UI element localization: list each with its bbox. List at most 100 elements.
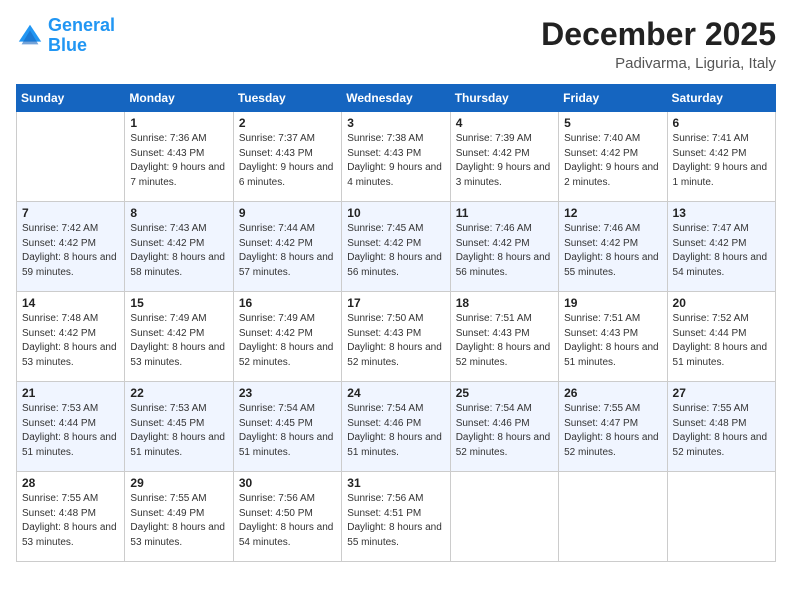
day-info: Sunrise: 7:54 AMSunset: 4:46 PMDaylight:… — [456, 402, 553, 460]
calendar-cell: 31Sunrise: 7:56 AMSunset: 4:51 PMDayligh… — [342, 472, 450, 562]
day-info: Sunrise: 7:36 AMSunset: 4:43 PMDaylight:… — [130, 132, 227, 190]
day-info: Sunrise: 7:46 AMSunset: 4:42 PMDaylight:… — [564, 222, 661, 280]
day-info: Sunrise: 7:48 AMSunset: 4:42 PMDaylight:… — [22, 312, 119, 370]
day-number: 25 — [456, 386, 553, 400]
day-info: Sunrise: 7:55 AMSunset: 4:47 PMDaylight:… — [564, 402, 661, 460]
day-header-monday: Monday — [125, 85, 233, 112]
calendar-cell: 20Sunrise: 7:52 AMSunset: 4:44 PMDayligh… — [667, 292, 775, 382]
day-info: Sunrise: 7:54 AMSunset: 4:46 PMDaylight:… — [347, 402, 444, 460]
day-number: 1 — [130, 116, 227, 130]
header: General Blue December 2025 Padivarma, Li… — [16, 16, 776, 72]
day-info: Sunrise: 7:39 AMSunset: 4:42 PMDaylight:… — [456, 132, 553, 190]
day-info: Sunrise: 7:45 AMSunset: 4:42 PMDaylight:… — [347, 222, 444, 280]
day-info: Sunrise: 7:49 AMSunset: 4:42 PMDaylight:… — [130, 312, 227, 370]
day-info: Sunrise: 7:41 AMSunset: 4:42 PMDaylight:… — [673, 132, 770, 190]
day-info: Sunrise: 7:53 AMSunset: 4:45 PMDaylight:… — [130, 402, 227, 460]
calendar-cell — [559, 472, 667, 562]
day-info: Sunrise: 7:51 AMSunset: 4:43 PMDaylight:… — [564, 312, 661, 370]
calendar-cell: 6 Sunrise: 7:41 AMSunset: 4:42 PMDaylight… — [667, 112, 775, 202]
day-info: Sunrise: 7:49 AMSunset: 4:42 PMDaylight:… — [239, 312, 336, 370]
day-number: 4 — [456, 116, 553, 130]
calendar-cell: 15 Sunrise: 7:49 AMSunset: 4:42 PMDayligh… — [125, 292, 233, 382]
calendar-cell: 13 Sunrise: 7:47 AMSunset: 4:42 PMDayligh… — [667, 202, 775, 292]
day-number: 5 — [564, 116, 661, 130]
day-number: 17 — [347, 296, 444, 310]
calendar-cell: 26 Sunrise: 7:55 AMSunset: 4:47 PMDayligh… — [559, 382, 667, 472]
day-number: 26 — [564, 386, 661, 400]
day-header-thursday: Thursday — [450, 85, 558, 112]
calendar-cell: 27 Sunrise: 7:55 AMSunset: 4:48 PMDayligh… — [667, 382, 775, 472]
day-info: Sunrise: 7:53 AMSunset: 4:44 PMDaylight:… — [22, 402, 119, 460]
day-info: Sunrise: 7:42 AMSunset: 4:42 PMDaylight:… — [22, 222, 119, 280]
day-number: 2 — [239, 116, 336, 130]
day-info: Sunrise: 7:47 AMSunset: 4:42 PMDaylight:… — [673, 222, 770, 280]
logo: General Blue — [16, 16, 115, 56]
day-number: 15 — [130, 296, 227, 310]
calendar-cell: 18Sunrise: 7:51 AMSunset: 4:43 PMDayligh… — [450, 292, 558, 382]
day-number: 19 — [564, 296, 661, 310]
day-info: Sunrise: 7:55 AMSunset: 4:49 PMDaylight:… — [130, 492, 227, 550]
day-number: 23 — [239, 386, 336, 400]
day-number: 10 — [347, 206, 444, 220]
day-header-tuesday: Tuesday — [233, 85, 341, 112]
calendar-cell — [667, 472, 775, 562]
calendar-cell: 8Sunrise: 7:43 AMSunset: 4:42 PMDaylight… — [125, 202, 233, 292]
calendar-cell: 5Sunrise: 7:40 AMSunset: 4:42 PMDaylight… — [559, 112, 667, 202]
day-info: Sunrise: 7:56 AMSunset: 4:50 PMDaylight:… — [239, 492, 336, 550]
calendar-cell: 11Sunrise: 7:46 AMSunset: 4:42 PMDayligh… — [450, 202, 558, 292]
day-number: 9 — [239, 206, 336, 220]
calendar-cell: 24 Sunrise: 7:54 AMSunset: 4:46 PMDayligh… — [342, 382, 450, 472]
day-header-wednesday: Wednesday — [342, 85, 450, 112]
day-number: 16 — [239, 296, 336, 310]
day-header-sunday: Sunday — [17, 85, 125, 112]
day-info: Sunrise: 7:51 AMSunset: 4:43 PMDaylight:… — [456, 312, 553, 370]
day-number: 22 — [130, 386, 227, 400]
calendar-cell: 29 Sunrise: 7:55 AMSunset: 4:49 PMDayligh… — [125, 472, 233, 562]
days-header-row: SundayMondayTuesdayWednesdayThursdayFrid… — [17, 85, 776, 112]
logo-text: General Blue — [48, 16, 115, 56]
calendar-cell: 23 Sunrise: 7:54 AMSunset: 4:45 PMDayligh… — [233, 382, 341, 472]
day-number: 6 — [673, 116, 770, 130]
calendar-cell: 4 Sunrise: 7:39 AMSunset: 4:42 PMDaylight… — [450, 112, 558, 202]
day-number: 27 — [673, 386, 770, 400]
day-info: Sunrise: 7:52 AMSunset: 4:44 PMDaylight:… — [673, 312, 770, 370]
calendar-cell: 21 Sunrise: 7:53 AMSunset: 4:44 PMDayligh… — [17, 382, 125, 472]
day-number: 13 — [673, 206, 770, 220]
day-number: 24 — [347, 386, 444, 400]
location-title: Padivarma, Liguria, Italy — [541, 55, 776, 72]
calendar-cell: 25 Sunrise: 7:54 AMSunset: 4:46 PMDayligh… — [450, 382, 558, 472]
day-info: Sunrise: 7:43 AMSunset: 4:42 PMDaylight:… — [130, 222, 227, 280]
day-info: Sunrise: 7:37 AMSunset: 4:43 PMDaylight:… — [239, 132, 336, 190]
calendar-cell: 16 Sunrise: 7:49 AMSunset: 4:42 PMDayligh… — [233, 292, 341, 382]
day-info: Sunrise: 7:50 AMSunset: 4:43 PMDaylight:… — [347, 312, 444, 370]
calendar-cell — [17, 112, 125, 202]
calendar-week-1: 1 Sunrise: 7:36 AMSunset: 4:43 PMDaylight… — [17, 112, 776, 202]
day-number: 21 — [22, 386, 119, 400]
day-number: 12 — [564, 206, 661, 220]
calendar-cell: 9Sunrise: 7:44 AMSunset: 4:42 PMDaylight… — [233, 202, 341, 292]
logo-icon — [16, 22, 44, 50]
day-number: 31 — [347, 476, 444, 490]
calendar-cell: 1 Sunrise: 7:36 AMSunset: 4:43 PMDaylight… — [125, 112, 233, 202]
day-number: 11 — [456, 206, 553, 220]
day-number: 29 — [130, 476, 227, 490]
calendar-week-5: 28Sunrise: 7:55 AMSunset: 4:48 PMDayligh… — [17, 472, 776, 562]
calendar-cell: 30 Sunrise: 7:56 AMSunset: 4:50 PMDayligh… — [233, 472, 341, 562]
day-info: Sunrise: 7:55 AMSunset: 4:48 PMDaylight:… — [673, 402, 770, 460]
calendar-cell: 2 Sunrise: 7:37 AMSunset: 4:43 PMDaylight… — [233, 112, 341, 202]
calendar-cell: 10 Sunrise: 7:45 AMSunset: 4:42 PMDayligh… — [342, 202, 450, 292]
day-number: 28 — [22, 476, 119, 490]
calendar-cell: 3Sunrise: 7:38 AMSunset: 4:43 PMDaylight… — [342, 112, 450, 202]
calendar-cell: 22 Sunrise: 7:53 AMSunset: 4:45 PMDayligh… — [125, 382, 233, 472]
day-number: 30 — [239, 476, 336, 490]
day-info: Sunrise: 7:54 AMSunset: 4:45 PMDaylight:… — [239, 402, 336, 460]
calendar-cell — [450, 472, 558, 562]
calendar-cell: 7 Sunrise: 7:42 AMSunset: 4:42 PMDaylight… — [17, 202, 125, 292]
calendar-week-3: 14 Sunrise: 7:48 AMSunset: 4:42 PMDayligh… — [17, 292, 776, 382]
day-number: 14 — [22, 296, 119, 310]
calendar-week-4: 21 Sunrise: 7:53 AMSunset: 4:44 PMDayligh… — [17, 382, 776, 472]
logo-line2: Blue — [48, 35, 87, 55]
calendar-table: SundayMondayTuesdayWednesdayThursdayFrid… — [16, 84, 776, 562]
day-number: 3 — [347, 116, 444, 130]
day-number: 7 — [22, 206, 119, 220]
